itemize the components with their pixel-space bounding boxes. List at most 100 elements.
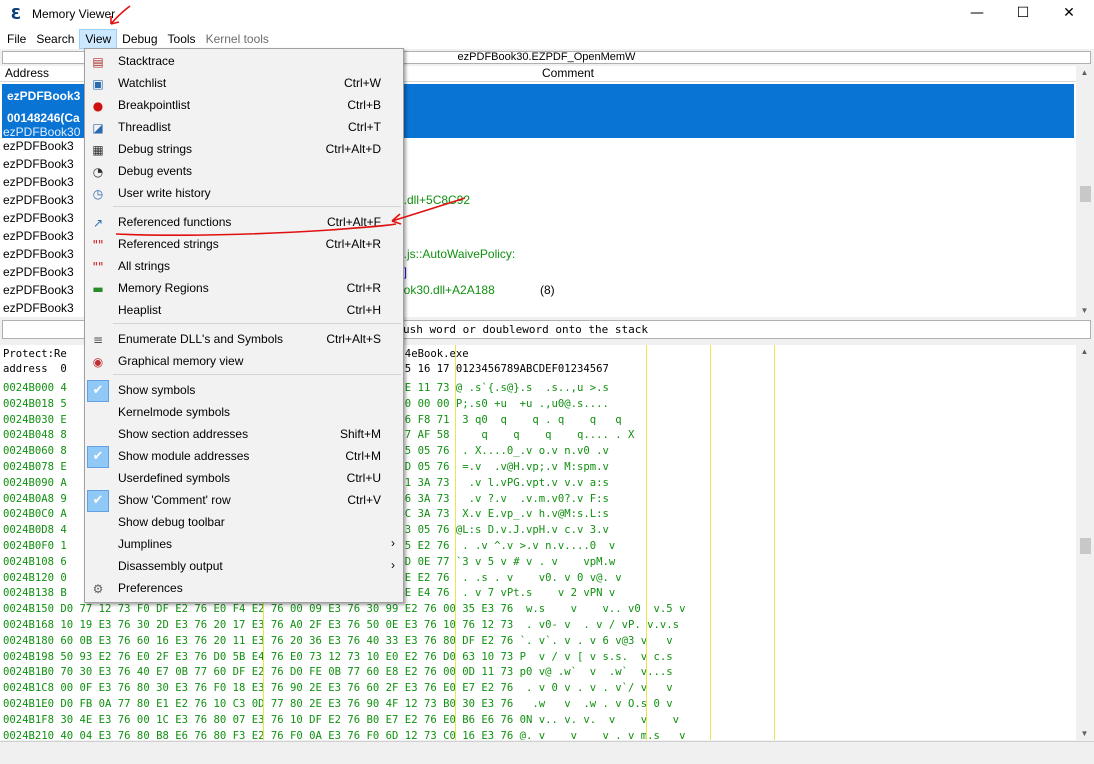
menu-item-threadlist[interactable]: ◪ Threadlist Ctrl+T [85, 117, 403, 139]
menu-item-label: Referenced strings [118, 237, 219, 251]
hex-row[interactable]: 0024B168 10 19 E3 76 30 2D E3 76 20 17 E… [3, 618, 679, 633]
menu-item-userdefined-symbols[interactable]: Userdefined symbols Ctrl+U [85, 468, 403, 490]
menu-item-shortcut: Ctrl+V [347, 493, 381, 507]
menu-item-label: Show module addresses [118, 449, 250, 463]
menu-item-all-strings[interactable]: "" All strings [85, 256, 403, 278]
menu-item-label: Show 'Comment' row [118, 493, 231, 507]
comment-column-header[interactable]: Comment [542, 66, 594, 81]
menu-separator [113, 206, 401, 207]
ascii-group-divider [710, 345, 711, 740]
submenu-arrow-icon: › [391, 536, 395, 550]
disassembly-row-address[interactable]: ezPDFBook3 [3, 211, 74, 225]
menu-item-label: Referenced functions [118, 215, 232, 229]
menu-item-label: Debug strings [118, 142, 193, 156]
menu-kernel-tools[interactable]: Kernel tools [201, 29, 274, 49]
menu-item-label: Watchlist [118, 76, 167, 90]
menu-item-stacktrace[interactable]: ▤ Stacktrace [85, 51, 403, 73]
debug-strings-icon: ▦ [92, 143, 104, 157]
menu-item-referenced-functions[interactable]: ↗ Referenced functions Ctrl+Alt+F [85, 212, 403, 234]
menu-item-shortcut: Ctrl+Alt+F [326, 215, 381, 229]
menu-item-label: Disassembly output [118, 559, 223, 573]
hex-scrollbar[interactable]: ▲ ▼ [1076, 345, 1093, 740]
selected-address: ezPDFBook3 [7, 89, 81, 103]
hex-row[interactable]: 0024B150 D0 77 12 73 F0 DF E2 76 E0 F4 E… [3, 602, 685, 617]
menu-item-shortcut: Ctrl+T [348, 120, 381, 134]
disassembly-scroll-thumb[interactable] [1080, 186, 1091, 202]
menu-item-show-section-addresses[interactable]: Show section addresses Shift+M [85, 424, 403, 446]
menu-item-shortcut: Ctrl+Alt+D [325, 142, 381, 156]
enumerate-dll-icon: ≡ [92, 333, 104, 347]
menu-view[interactable]: View [79, 28, 118, 49]
menu-search[interactable]: Search [31, 29, 79, 49]
title-bar: Ɛ Memory Viewer — ☐ ✕ [0, 0, 1094, 28]
disassembly-row-address[interactable]: ezPDFBook3 [3, 265, 74, 279]
disassembly-scrollbar[interactable]: ▲ ▼ [1076, 66, 1093, 317]
hex-row[interactable]: 0024B210 40 04 E3 76 80 B8 E6 76 80 F3 E… [3, 729, 685, 740]
menu-item-debug-strings[interactable]: ▦ Debug strings Ctrl+Alt+D [85, 139, 403, 161]
menu-item-breakpointlist[interactable]: ● Breakpointlist Ctrl+B [85, 95, 403, 117]
hex-row[interactable]: 0024B198 50 93 E2 76 E0 2F E3 76 D0 5B E… [3, 650, 673, 665]
menu-item-disassembly-output[interactable]: Disassembly output › [85, 556, 403, 578]
menu-item-label: Kernelmode symbols [118, 405, 231, 419]
menu-item-graphical-memory-view[interactable]: ◉ Graphical memory view [85, 351, 403, 373]
menu-item-show-comment-row[interactable]: ✔ Show 'Comment' row Ctrl+V [85, 490, 403, 512]
menu-item-label: Heaplist [118, 303, 162, 317]
menu-separator [113, 374, 401, 375]
menu-item-shortcut: Ctrl+Alt+S [326, 332, 381, 346]
menu-item-kernelmode-symbols[interactable]: Kernelmode symbols [85, 402, 403, 424]
menu-debug[interactable]: Debug [117, 29, 162, 49]
menu-item-referenced-strings[interactable]: "" Referenced strings Ctrl+Alt+R [85, 234, 403, 256]
disassembly-row-address[interactable]: ezPDFBook3 [3, 193, 74, 207]
minimize-button[interactable]: — [954, 0, 1000, 28]
disassembly-row-address[interactable]: ezPDFBook3 [3, 229, 74, 243]
check-icon: ✔ [87, 380, 109, 402]
menu-item-debug-events[interactable]: ◔ Debug events [85, 161, 403, 183]
hex-scroll-thumb[interactable] [1080, 538, 1091, 554]
disassembly-row-address[interactable]: ezPDFBook3 [3, 283, 74, 297]
status-bar [0, 741, 1094, 764]
disassembly-row-address[interactable]: ezPDFBook3 [3, 139, 74, 153]
menu-item-user-write-history[interactable]: ◷ User write history [85, 183, 403, 205]
check-icon: ✔ [87, 446, 109, 468]
menu-item-watchlist[interactable]: ▣ Watchlist Ctrl+W [85, 73, 403, 95]
menu-item-memory-regions[interactable]: ▬ Memory Regions Ctrl+R [85, 278, 403, 300]
menu-file[interactable]: File [2, 29, 31, 49]
menu-item-label: Jumplines [118, 537, 173, 551]
menu-bar: File Search View Debug Tools Kernel tool… [0, 28, 1094, 49]
stacktrace-icon: ▤ [92, 55, 104, 69]
disassembly-row-address[interactable]: ezPDFBook3 [3, 247, 74, 261]
selected-address-line2: 00148246(Ca [7, 111, 80, 125]
menu-item-label: Show debug toolbar [118, 515, 225, 529]
menu-item-show-symbols[interactable]: ✔ Show symbols [85, 380, 403, 402]
hex-row[interactable]: 0024B1B0 70 30 E3 76 40 E7 0B 77 60 DF E… [3, 665, 673, 680]
menu-item-show-module-addresses[interactable]: ✔ Show module addresses Ctrl+M [85, 446, 403, 468]
maximize-button[interactable]: ☐ [1000, 0, 1046, 28]
hex-row[interactable]: 0024B1F8 30 4E E3 76 00 1C E3 76 80 07 E… [3, 713, 679, 728]
disassembly-row-comment: ook30.dll+A2A188 [397, 283, 495, 297]
debug-events-icon: ◔ [92, 165, 104, 179]
menu-item-label: All strings [118, 259, 171, 273]
menu-item-enumerate-dll-s-and-symbols[interactable]: ≡ Enumerate DLL's and Symbols Ctrl+Alt+S [85, 329, 403, 351]
all-strings-icon: "" [92, 260, 104, 274]
hex-row[interactable]: 0024B1C8 00 0F E3 76 80 30 E3 76 F0 18 E… [3, 681, 673, 696]
hex-row[interactable]: 0024B180 60 0B E3 76 60 16 E3 76 20 11 E… [3, 634, 673, 649]
disassembly-row-comment: 0.js::AutoWaivePolicy: [397, 247, 516, 261]
hex-group-divider [646, 345, 647, 740]
menu-item-heaplist[interactable]: Heaplist Ctrl+H [85, 300, 403, 322]
menu-item-jumplines[interactable]: Jumplines › [85, 534, 403, 556]
menu-item-label: User write history [118, 186, 211, 200]
disassembly-row-address[interactable]: ezPDFBook3 [3, 157, 74, 171]
threadlist-icon: ◪ [92, 121, 104, 135]
menu-item-preferences[interactable]: ⚙ Preferences [85, 578, 403, 600]
close-button[interactable]: ✕ [1046, 0, 1092, 28]
check-icon: ✔ [87, 490, 109, 512]
menu-tools[interactable]: Tools [163, 29, 201, 49]
address-column-header[interactable]: Address [5, 66, 49, 81]
disassembly-row-address[interactable]: ezPDFBook3 [3, 175, 74, 189]
hex-row[interactable]: 0024B1E0 D0 FB 0A 77 80 E1 E2 76 10 C3 0… [3, 697, 673, 712]
ascii-group-divider [774, 345, 775, 740]
hex-group-divider [455, 345, 456, 740]
menu-item-label: Preferences [118, 581, 183, 595]
menu-item-show-debug-toolbar[interactable]: Show debug toolbar [85, 512, 403, 534]
disassembly-row-address[interactable]: ezPDFBook3 [3, 301, 74, 315]
